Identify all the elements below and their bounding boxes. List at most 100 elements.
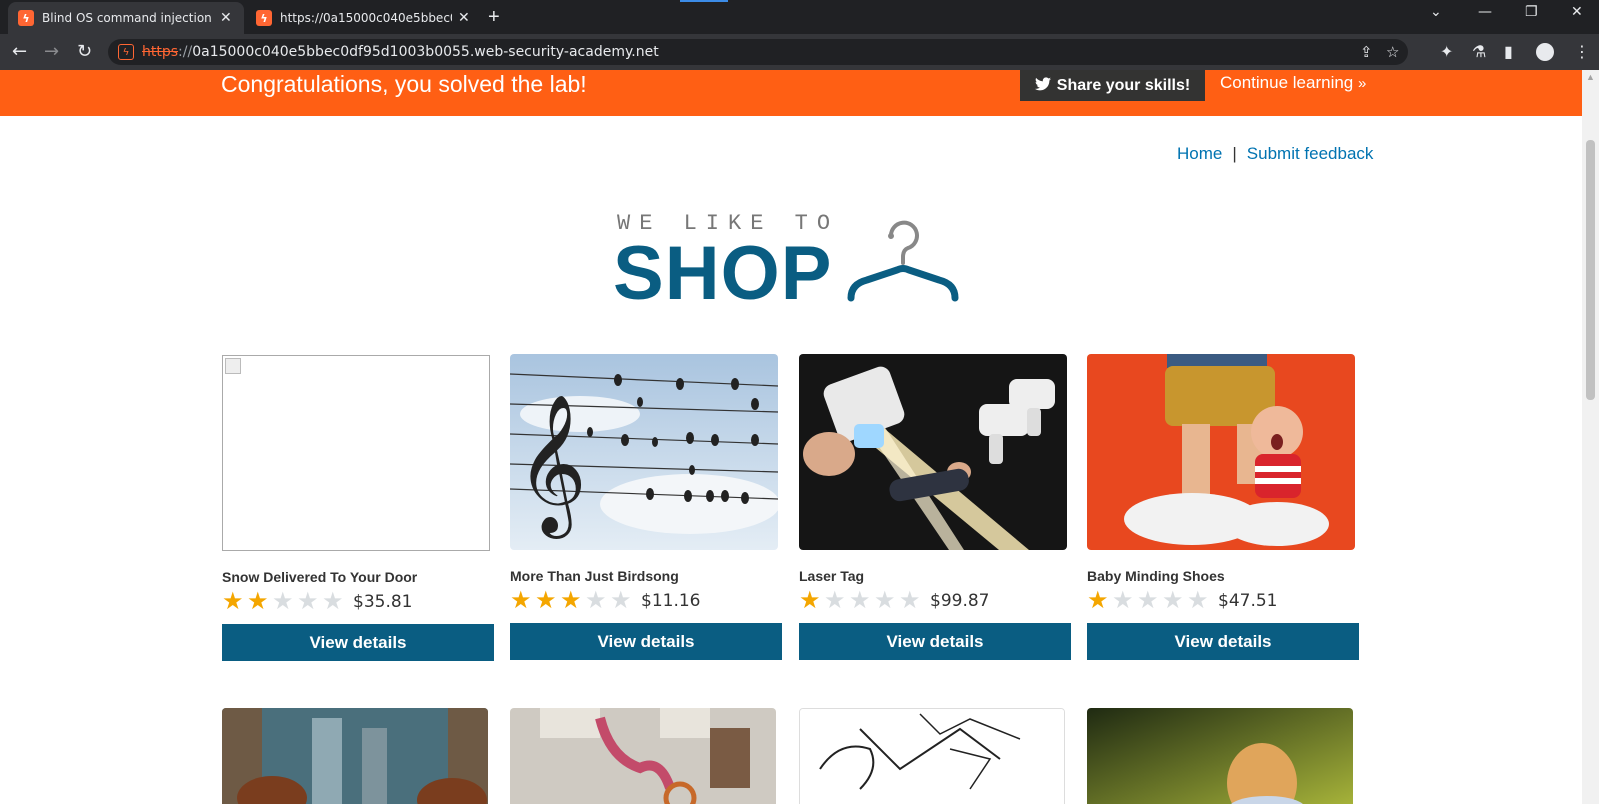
product-image-laser-tag[interactable] — [799, 354, 1067, 550]
close-icon[interactable]: ✕ — [220, 10, 232, 26]
laser-guns-image — [799, 354, 1067, 550]
star-icon: ★ — [322, 588, 344, 615]
product-image-sketch[interactable] — [799, 708, 1065, 804]
star-icon: ★ — [297, 588, 319, 615]
tab-shop[interactable]: ϟ https://0a15000c040e5bbec0df95 ✕ — [246, 2, 482, 34]
product-card: Snow Delivered To Your Door ★ ★ ★ ★ ★ $35.81… — [222, 355, 494, 661]
twitter-icon — [1034, 77, 1051, 94]
product-name: More Than Just Birdsong — [510, 568, 679, 584]
potato-image — [1087, 708, 1353, 804]
product-name: Baby Minding Shoes — [1087, 568, 1225, 584]
back-icon[interactable]: ← — [12, 41, 27, 62]
page-scrollbar[interactable]: ▲ — [1582, 70, 1599, 804]
extensions-icon[interactable]: ✦ — [1440, 42, 1453, 61]
view-details-button[interactable]: View details — [799, 623, 1071, 660]
menu-icon[interactable]: ⋮ — [1574, 42, 1590, 61]
burp-favicon-icon: ϟ — [256, 10, 272, 26]
restore-icon[interactable]: ❐ — [1525, 4, 1538, 20]
view-details-button[interactable]: View details — [1087, 623, 1359, 660]
url-separator: :// — [178, 44, 193, 60]
star-icon: ★ — [610, 587, 632, 614]
star-icon: ★ — [849, 587, 871, 614]
product-price: $99.87 — [930, 591, 990, 611]
solved-banner: Congratulations, you solved the lab! Sha… — [0, 70, 1582, 116]
share-skills-label: Share your skills! — [1056, 76, 1191, 94]
continue-learning-label: Continue learning — [1220, 73, 1354, 92]
url-scheme: https — [142, 44, 179, 60]
reload-icon[interactable]: ↻ — [77, 41, 92, 62]
giant-shoes-image — [1087, 354, 1355, 550]
product-price: $11.16 — [641, 591, 701, 611]
product-image-broken[interactable] — [222, 355, 490, 551]
burp-favicon-icon: ϟ — [18, 10, 34, 26]
shoes-above-city-image — [222, 708, 488, 804]
product-price: $47.51 — [1218, 591, 1278, 611]
star-icon: ★ — [874, 587, 896, 614]
share-skills-button[interactable]: Share your skills! — [1020, 70, 1205, 101]
window-accent — [680, 0, 728, 2]
address-bar[interactable]: ϟ https://0a15000c040e5bbec0df95d1003b00… — [108, 39, 1408, 65]
product-card: Laser Tag ★ ★ ★ ★ ★ $99.87 View details — [799, 354, 1071, 660]
scroll-up-icon[interactable]: ▲ — [1586, 72, 1595, 82]
banner-message: Congratulations, you solved the lab! — [221, 71, 587, 97]
star-icon: ★ — [1162, 587, 1184, 614]
lab-extension-icon[interactable]: ⚗ — [1472, 42, 1486, 61]
side-panel-icon[interactable]: ▮ — [1504, 42, 1513, 61]
site-info-icon[interactable]: ϟ — [118, 44, 134, 60]
product-card: 𝄞 More Than Just Birdsong ★ ★ ★ ★ ★ $11.16 V… — [510, 354, 782, 660]
birds-on-wires-image: 𝄞 — [510, 354, 778, 550]
close-icon[interactable]: ✕ — [458, 10, 470, 26]
product-image-shoes-city[interactable] — [222, 708, 488, 804]
view-details-button[interactable]: View details — [222, 624, 494, 661]
product-card: Baby Minding Shoes ★ ★ ★ ★ ★ $47.51 View det… — [1087, 354, 1359, 660]
star-icon: ★ — [1112, 587, 1134, 614]
home-link[interactable]: Home — [1177, 144, 1222, 163]
product-image-bike[interactable] — [510, 708, 776, 804]
tab-title: https://0a15000c040e5bbec0df95 — [280, 11, 452, 25]
product-price: $35.81 — [353, 592, 413, 612]
rating-stars: ★ ★ ★ ★ ★ — [1087, 587, 1212, 614]
window-close-icon[interactable]: ✕ — [1571, 4, 1583, 20]
star-icon: ★ — [1137, 587, 1159, 614]
view-details-button[interactable]: View details — [510, 623, 782, 660]
star-icon: ★ — [560, 587, 582, 614]
product-image-birdsong[interactable]: 𝄞 — [510, 354, 778, 550]
tab-lab[interactable]: ϟ Blind OS command injection with ✕ — [8, 2, 244, 34]
star-icon: ★ — [535, 587, 557, 614]
tab-search-icon[interactable]: ⌄ — [1430, 4, 1442, 20]
star-icon: ★ — [247, 588, 269, 615]
scrollbar-thumb[interactable] — [1586, 140, 1595, 400]
continue-learning-link[interactable]: Continue learning » — [1220, 73, 1366, 93]
product-name: Snow Delivered To Your Door — [222, 569, 418, 585]
tab-title: Blind OS command injection with — [42, 11, 214, 25]
forward-icon[interactable]: → — [44, 41, 59, 62]
star-icon: ★ — [824, 587, 846, 614]
star-icon: ★ — [272, 588, 294, 615]
browser-tab-bar: ϟ Blind OS command injection with ✕ ϟ ht… — [0, 0, 1599, 34]
nav-separator: | — [1232, 144, 1237, 163]
logo-shop: SHOP — [613, 231, 833, 316]
minimize-icon[interactable]: — — [1478, 4, 1492, 20]
star-icon: ★ — [222, 588, 244, 615]
star-icon: ★ — [510, 587, 532, 614]
star-icon: ★ — [899, 587, 921, 614]
broken-image-icon — [225, 358, 241, 374]
star-icon: ★ — [799, 587, 821, 614]
top-navigation: Home | Submit feedback — [1177, 144, 1373, 164]
rating-stars: ★ ★ ★ ★ ★ — [510, 587, 635, 614]
star-icon: ★ — [585, 587, 607, 614]
page-viewport: Congratulations, you solved the lab! Sha… — [0, 70, 1582, 804]
double-chevron-right-icon: » — [1358, 75, 1367, 92]
product-image-baby-shoes[interactable] — [1087, 354, 1355, 550]
browser-toolbar: ← → ↻ ϟ https://0a15000c040e5bbec0df95d1… — [0, 34, 1599, 70]
profile-avatar[interactable] — [1536, 43, 1554, 61]
product-image-potato[interactable] — [1087, 708, 1353, 804]
hanger-icon — [847, 220, 959, 302]
svg-text:𝄞: 𝄞 — [516, 394, 587, 539]
new-tab-button[interactable]: + — [488, 6, 500, 29]
sketch-image — [800, 709, 1064, 804]
bookmark-star-icon[interactable]: ☆ — [1386, 43, 1399, 61]
share-page-icon[interactable]: ⇪ — [1360, 43, 1373, 61]
street-bike-image — [510, 708, 776, 804]
submit-feedback-link[interactable]: Submit feedback — [1247, 144, 1374, 163]
